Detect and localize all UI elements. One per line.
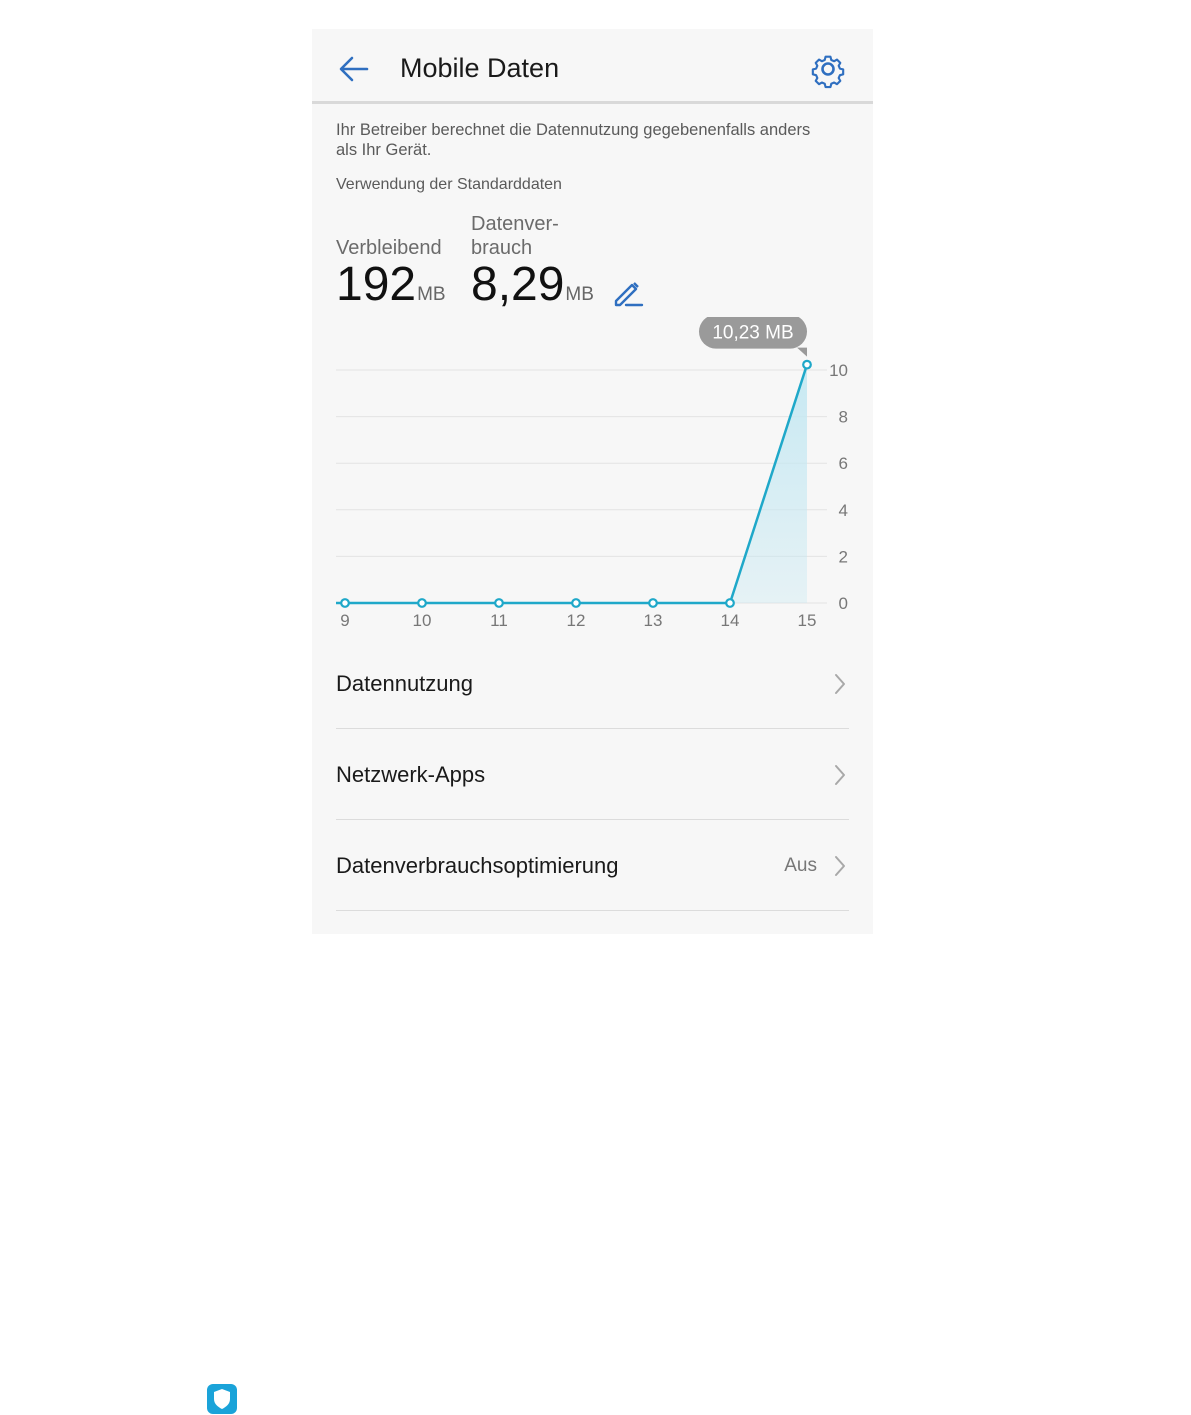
y-tick-label: 6 <box>839 454 848 473</box>
y-tick-label: 10 <box>829 361 848 380</box>
list-item-label: Netzwerk-Apps <box>336 762 486 787</box>
pencil-edit-icon[interactable] <box>610 275 646 311</box>
shield-app-icon[interactable] <box>206 1383 238 1415</box>
data-point <box>417 598 427 608</box>
x-tick-label: 14 <box>721 611 740 630</box>
data-point <box>802 359 812 370</box>
tooltip-label: 10,23 MB <box>712 323 793 344</box>
remaining-unit: MB <box>417 284 446 305</box>
list-divider <box>336 728 849 729</box>
list-item-netzwerk-apps[interactable]: Netzwerk-Apps <box>336 730 849 820</box>
usage-area <box>345 364 807 603</box>
app-bar-divider <box>312 101 873 104</box>
list-item-datennutzung[interactable]: Datennutzung <box>336 639 849 729</box>
remaining-label: Verbleibend <box>336 237 442 259</box>
usage-label-line2: brauch <box>471 237 533 259</box>
app-bar: Mobile Daten <box>312 29 873 101</box>
page-title: Mobile Daten <box>400 53 560 83</box>
list-item-label: Datennutzung <box>336 671 473 696</box>
list-item-datenverbrauchsoptimierung[interactable]: Datenverbrauchsoptimierung Aus <box>336 821 849 911</box>
usage-number: 8,29 <box>471 258 565 311</box>
carrier-notice: Ihr Betreiber berechnet die Datennutzung… <box>336 121 811 159</box>
data-point <box>571 598 581 608</box>
usage-chart-svg: 0 2 4 6 8 10 9 10 11 12 13 14 15 10,23 MB <box>336 314 848 630</box>
remaining-value: 192MB <box>336 259 446 321</box>
list-item-label: Datenverbrauchsoptimierung <box>336 853 619 878</box>
y-tick-label: 2 <box>839 547 848 566</box>
x-tick-label: 11 <box>490 611 508 630</box>
mobile-data-screen: Mobile Daten Ihr Betreiber berechnet die… <box>312 29 873 934</box>
gear-icon[interactable] <box>808 49 848 89</box>
y-tick-label: 8 <box>839 408 848 427</box>
y-tick-label: 0 <box>839 594 848 613</box>
list-item-value: Aus <box>784 855 817 876</box>
x-tick-label: 10 <box>413 611 432 630</box>
x-tick-label: 13 <box>644 611 663 630</box>
remaining-number: 192 <box>336 258 417 311</box>
usage-line <box>345 364 809 605</box>
chevron-right-icon <box>835 674 845 694</box>
usage-label-line1: Datenver- <box>471 213 559 235</box>
x-tick-label: 9 <box>340 611 349 630</box>
usage-unit: MB <box>565 284 594 305</box>
data-point <box>340 598 350 608</box>
list-divider <box>336 910 849 911</box>
usage-chart: 0 2 4 6 8 10 9 10 11 12 13 14 15 10,23 MB <box>312 314 873 637</box>
arrow-left-icon[interactable] <box>334 49 374 89</box>
data-point <box>494 598 504 608</box>
chevron-right-icon <box>835 765 845 785</box>
chevron-right-icon <box>835 856 845 876</box>
y-tick-label: 4 <box>839 501 848 520</box>
x-tick-label: 15 <box>798 611 817 630</box>
tooltip-pointer <box>797 347 807 357</box>
x-tick-label: 12 <box>567 611 586 630</box>
standard-data-label: Verwendung der Standarddaten <box>336 176 562 193</box>
list-divider <box>336 819 849 820</box>
data-point <box>648 598 658 608</box>
usage-value: 8,29MB <box>471 259 594 321</box>
data-point <box>725 598 735 608</box>
